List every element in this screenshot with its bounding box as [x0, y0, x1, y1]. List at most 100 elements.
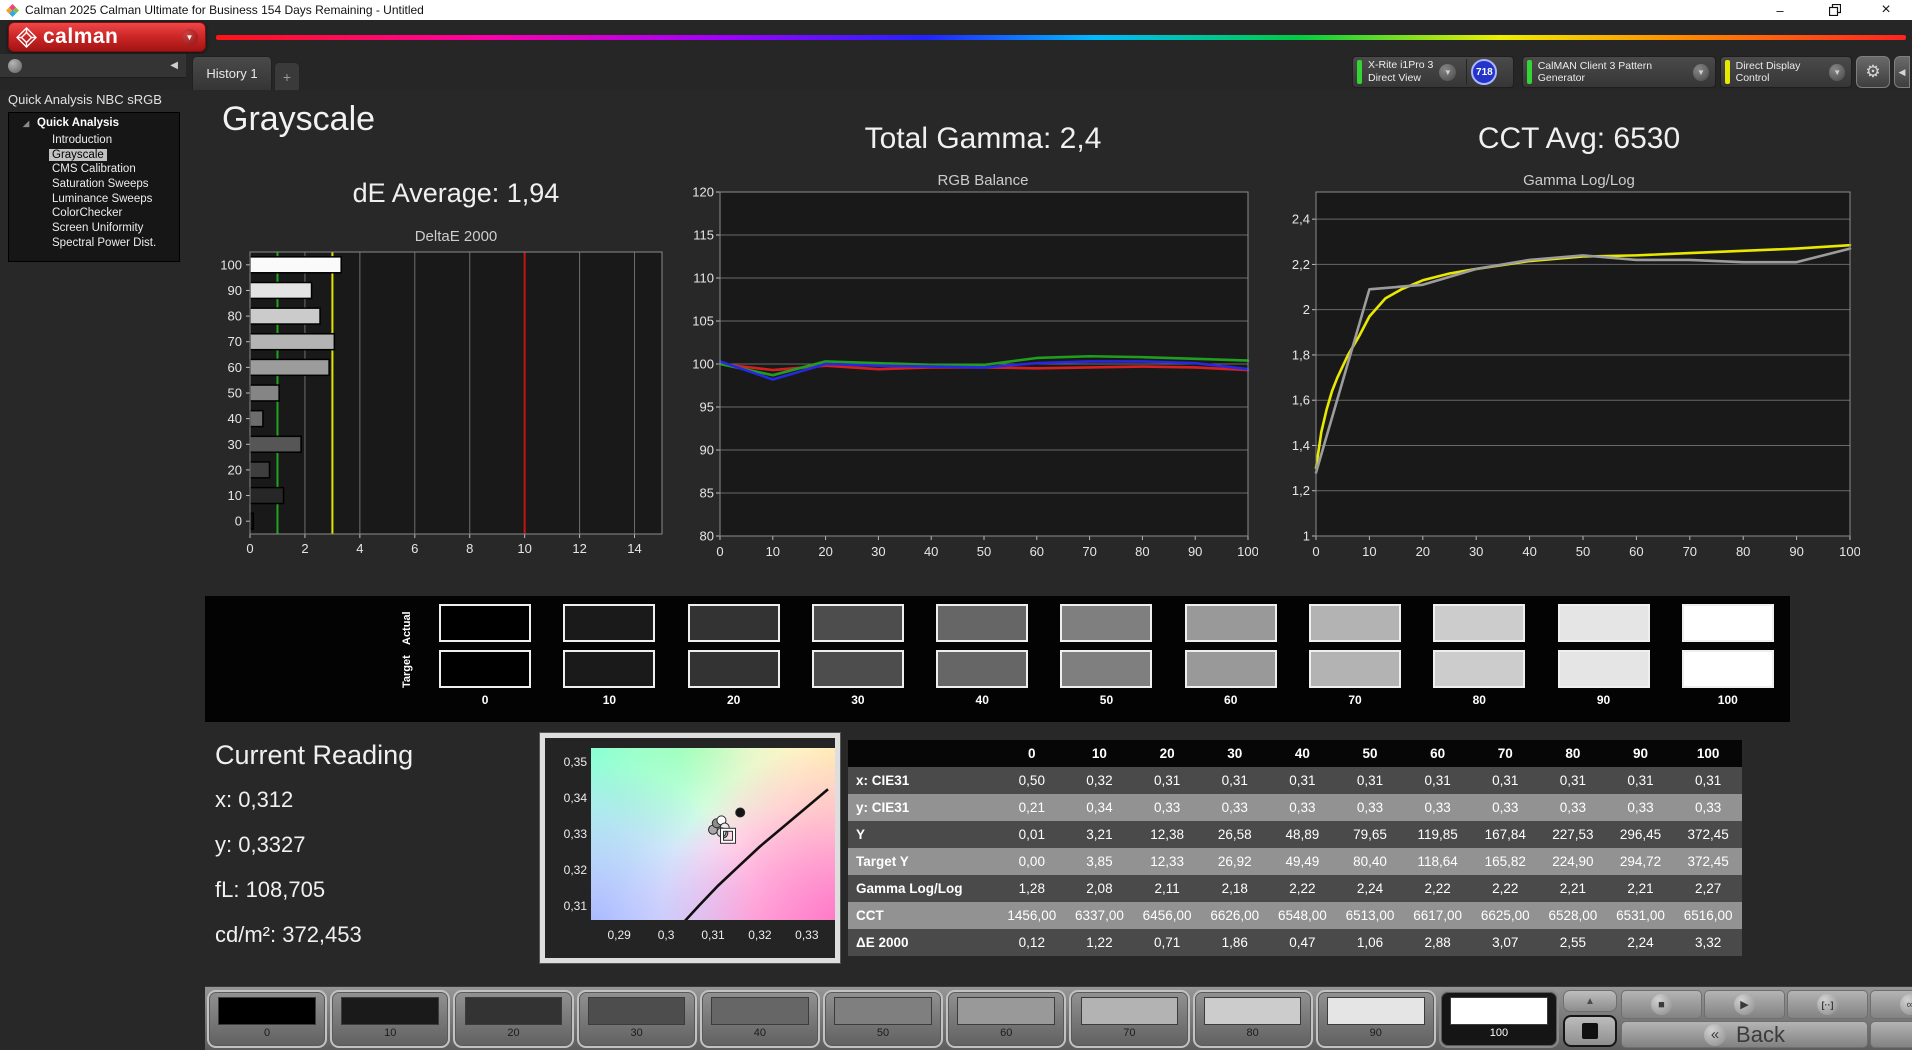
row-label: Y	[848, 827, 998, 842]
sidebar-collapse-icon[interactable]: ◀	[170, 60, 178, 71]
calman-logo-diamond-icon	[16, 27, 37, 48]
pattern-level-label: 70	[1123, 1027, 1135, 1039]
workflow-tree: ◢ Quick Analysis IntroductionGrayscaleCM…	[8, 112, 180, 262]
table-cell: 0,34	[1066, 800, 1134, 815]
table-cell: 0,50	[998, 773, 1066, 788]
pattern-level-button-80[interactable]: 80	[1193, 990, 1313, 1048]
svg-text:60: 60	[1629, 544, 1643, 559]
svg-text:40: 40	[228, 411, 242, 426]
table-cell: 26,58	[1201, 827, 1269, 842]
gray-level-label: 50	[1100, 693, 1113, 707]
pattern-generator-dropdown[interactable]: CalMAN Client 3 Pattern Generator ▼	[1522, 56, 1716, 88]
table-cell: 0,31	[1539, 773, 1607, 788]
tree-expander-icon[interactable]: ◢	[23, 119, 29, 128]
table-cell: 3,32	[1674, 935, 1742, 950]
pattern-level-button-100[interactable]: 100	[1439, 990, 1559, 1048]
display-control-dropdown[interactable]: Direct Display Control ▼	[1720, 56, 1852, 88]
logo-dropdown-arrow-icon[interactable]: ▼	[181, 29, 198, 46]
tab-history-1[interactable]: History 1	[192, 56, 272, 90]
pattern-level-button-20[interactable]: 20	[453, 990, 573, 1048]
svg-text:1,6: 1,6	[1292, 393, 1310, 408]
sidebar-panel-header: ◀	[0, 54, 186, 78]
tree-root-quick-analysis[interactable]: ◢ Quick Analysis	[9, 117, 179, 133]
chevron-down-icon[interactable]: ▼	[1829, 64, 1845, 81]
target-swatch	[563, 650, 655, 688]
pattern-control-bar: 0102030405060708090100 ▲ ■▶[··]∞↻ « Back…	[205, 986, 1912, 1050]
infinity-icon-button[interactable]: ∞	[1870, 990, 1912, 1019]
chevron-down-icon[interactable]: ▼	[1439, 64, 1456, 81]
pattern-swatch	[588, 997, 686, 1025]
back-label: Back	[1736, 1022, 1785, 1048]
meter-dropdown[interactable]: X-Rite i1Pro 3 Direct View ▼ 718	[1352, 56, 1514, 88]
sidebar-item-luminance-sweeps[interactable]: Luminance Sweeps	[9, 192, 179, 207]
sidebar-item-introduction[interactable]: Introduction	[9, 133, 179, 148]
minimize-icon[interactable]: –	[1758, 0, 1802, 20]
panel-knob-icon[interactable]	[8, 59, 22, 73]
sidebar-item-colorchecker[interactable]: ColorChecker	[9, 206, 179, 221]
gear-icon[interactable]: ⚙	[1856, 56, 1890, 88]
sidebar-item-cms-calibration[interactable]: CMS Calibration	[9, 162, 179, 177]
maximize-restore-icon[interactable]	[1813, 0, 1857, 20]
pattern-level-button-90[interactable]: 90	[1316, 990, 1436, 1048]
sidebar-item-saturation-sweeps[interactable]: Saturation Sweeps	[9, 177, 179, 192]
svg-text:20: 20	[228, 462, 242, 477]
pattern-level-button-30[interactable]: 30	[577, 990, 697, 1048]
svg-text:90: 90	[1188, 544, 1202, 559]
next-button[interactable]: Next »	[1870, 1021, 1912, 1048]
pattern-level-button-0[interactable]: 0	[207, 990, 327, 1048]
right-panel-collapse-icon[interactable]: ◀	[1894, 56, 1910, 88]
table-cell: 6531,00	[1607, 908, 1675, 923]
pattern-level-button-60[interactable]: 60	[946, 990, 1066, 1048]
meter-name: X-Rite i1Pro 3	[1368, 59, 1433, 72]
table-cell: 1,06	[1336, 935, 1404, 950]
add-tab-button[interactable]: +	[274, 62, 300, 90]
chevron-down-icon[interactable]: ▼	[1693, 64, 1709, 81]
table-cell: 0,47	[1269, 935, 1337, 950]
svg-text:110: 110	[693, 271, 714, 286]
pattern-level-button-40[interactable]: 40	[700, 990, 820, 1048]
play-icon-button[interactable]: ▶	[1704, 990, 1785, 1019]
table-cell: 0,33	[1607, 800, 1675, 815]
up-arrow-icon[interactable]: ▲	[1563, 990, 1617, 1012]
actual-row-label: Actual	[401, 606, 423, 650]
table-cell: 6513,00	[1336, 908, 1404, 923]
sidebar-item-screen-uniformity[interactable]: Screen Uniformity	[9, 221, 179, 236]
grayscale-swatch-strip: Actual Target 0102030405060708090100	[205, 596, 1790, 722]
table-cell: 0,33	[1133, 800, 1201, 815]
pattern-level-button-10[interactable]: 10	[330, 990, 450, 1048]
svg-text:100: 100	[1839, 544, 1860, 559]
meter-count-badge[interactable]: 718	[1471, 59, 1497, 85]
calman-menu-button[interactable]: calman ▼	[8, 22, 206, 52]
pattern-level-button-70[interactable]: 70	[1069, 990, 1189, 1048]
stop-icon-button[interactable]: ■	[1621, 990, 1702, 1019]
table-cell: 372,45	[1674, 854, 1742, 869]
svg-text:40: 40	[924, 544, 938, 559]
frame-icon-button[interactable]: [··]	[1787, 990, 1868, 1019]
back-button[interactable]: « Back	[1621, 1021, 1868, 1048]
table-cell: 372,45	[1674, 827, 1742, 842]
pattern-level-label: 50	[877, 1027, 889, 1039]
table-cell: 1,22	[1066, 935, 1134, 950]
table-cell: 1,28	[998, 881, 1066, 896]
svg-text:2: 2	[301, 541, 308, 556]
title-bar: Calman 2025 Calman Ultimate for Business…	[0, 0, 1912, 20]
gray-level-label: 100	[1718, 693, 1738, 707]
actual-swatch	[439, 604, 531, 642]
gray-level-label: 40	[976, 693, 989, 707]
column-header: 30	[1201, 746, 1269, 761]
svg-text:1,2: 1,2	[1292, 483, 1310, 498]
svg-text:50: 50	[977, 544, 991, 559]
table-row: CCT1456,006337,006456,006626,006548,0065…	[848, 902, 1742, 929]
table-header-row: 0102030405060708090100	[848, 740, 1742, 767]
pattern-level-button-50[interactable]: 50	[823, 990, 943, 1048]
sidebar-item-spectral-power-dist-[interactable]: Spectral Power Dist.	[9, 236, 179, 251]
reading-y: y: 0,3327	[215, 832, 413, 858]
sidebar-item-grayscale[interactable]: Grayscale	[9, 148, 179, 163]
gray-level-label: 80	[1473, 693, 1486, 707]
svg-text:80: 80	[228, 309, 242, 324]
column-header: 40	[1269, 746, 1337, 761]
svg-text:80: 80	[1736, 544, 1750, 559]
close-icon[interactable]: ×	[1864, 0, 1908, 20]
current-reading-title: Current Reading	[215, 740, 413, 771]
window-pattern-button[interactable]	[1563, 1015, 1617, 1047]
